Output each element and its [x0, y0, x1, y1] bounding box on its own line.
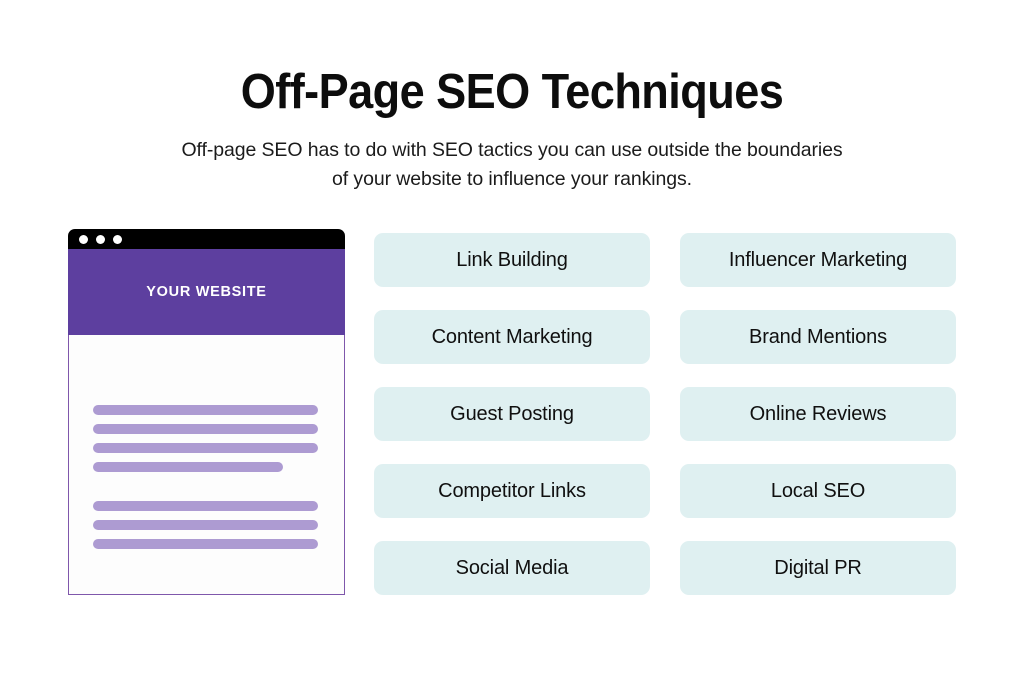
technique-label: Digital PR — [774, 557, 862, 579]
technique-box-guest-posting[interactable]: Guest Posting — [374, 387, 650, 441]
technique-grid: Link Building Influencer Marketing Content… — [374, 233, 956, 595]
placeholder-text-line — [93, 443, 318, 453]
placeholder-text-line — [93, 405, 318, 415]
technique-box-link-building[interactable]: Link Building — [374, 233, 650, 287]
technique-label: Local SEO — [770, 480, 866, 502]
technique-label: Influencer Marketing — [728, 249, 908, 271]
website-hero-title: YOUR WEBSITE — [146, 284, 267, 300]
placeholder-text-line — [93, 539, 318, 549]
website-mockup-illustration: YOUR WEBSITE — [68, 229, 345, 595]
browser-dot-icon — [96, 234, 105, 244]
browser-dot-icon — [79, 234, 88, 244]
page-subtitle: Off-page SEO has to do with SEO tactics … — [0, 122, 1024, 194]
technique-box-influencer-marketing[interactable]: Influencer Marketing — [680, 233, 956, 287]
page-subtitle-line-2: of your website to influence your rankin… — [332, 167, 692, 190]
website-content-area — [68, 335, 345, 595]
browser-dot-icon — [113, 234, 122, 244]
technique-box-content-marketing[interactable]: Content Marketing — [374, 310, 650, 364]
technique-label: Content Marketing — [431, 326, 593, 348]
technique-box-social-media[interactable]: Social Media — [374, 541, 650, 595]
infographic-page: { "header": { "title": "Off-Page SEO Tec… — [0, 0, 1024, 683]
technique-label: Online Reviews — [749, 403, 887, 425]
placeholder-text-line — [93, 520, 318, 530]
placeholder-text-line — [93, 424, 318, 434]
placeholder-text-line — [93, 501, 318, 511]
technique-label: Brand Mentions — [749, 326, 887, 348]
technique-label: Competitor Links — [438, 480, 586, 502]
technique-box-competitor-links[interactable]: Competitor Links — [374, 464, 650, 518]
technique-box-online-reviews[interactable]: Online Reviews — [680, 387, 956, 441]
technique-label: Social Media — [455, 557, 569, 579]
technique-box-local-seo[interactable]: Local SEO — [680, 464, 956, 518]
header: Off-Page SEO Techniques Off-page SEO has… — [0, 0, 1024, 194]
technique-label: Link Building — [456, 249, 568, 271]
browser-titlebar — [68, 229, 345, 249]
placeholder-text-line — [93, 462, 283, 472]
page-subtitle-line-1: Off-page SEO has to do with SEO tactics … — [181, 138, 843, 161]
technique-box-digital-pr[interactable]: Digital PR — [680, 541, 956, 595]
technique-label: Guest Posting — [450, 403, 574, 425]
website-hero-banner: YOUR WEBSITE — [68, 249, 345, 335]
page-title: Off-Page SEO Techniques — [240, 65, 784, 119]
technique-box-brand-mentions[interactable]: Brand Mentions — [680, 310, 956, 364]
